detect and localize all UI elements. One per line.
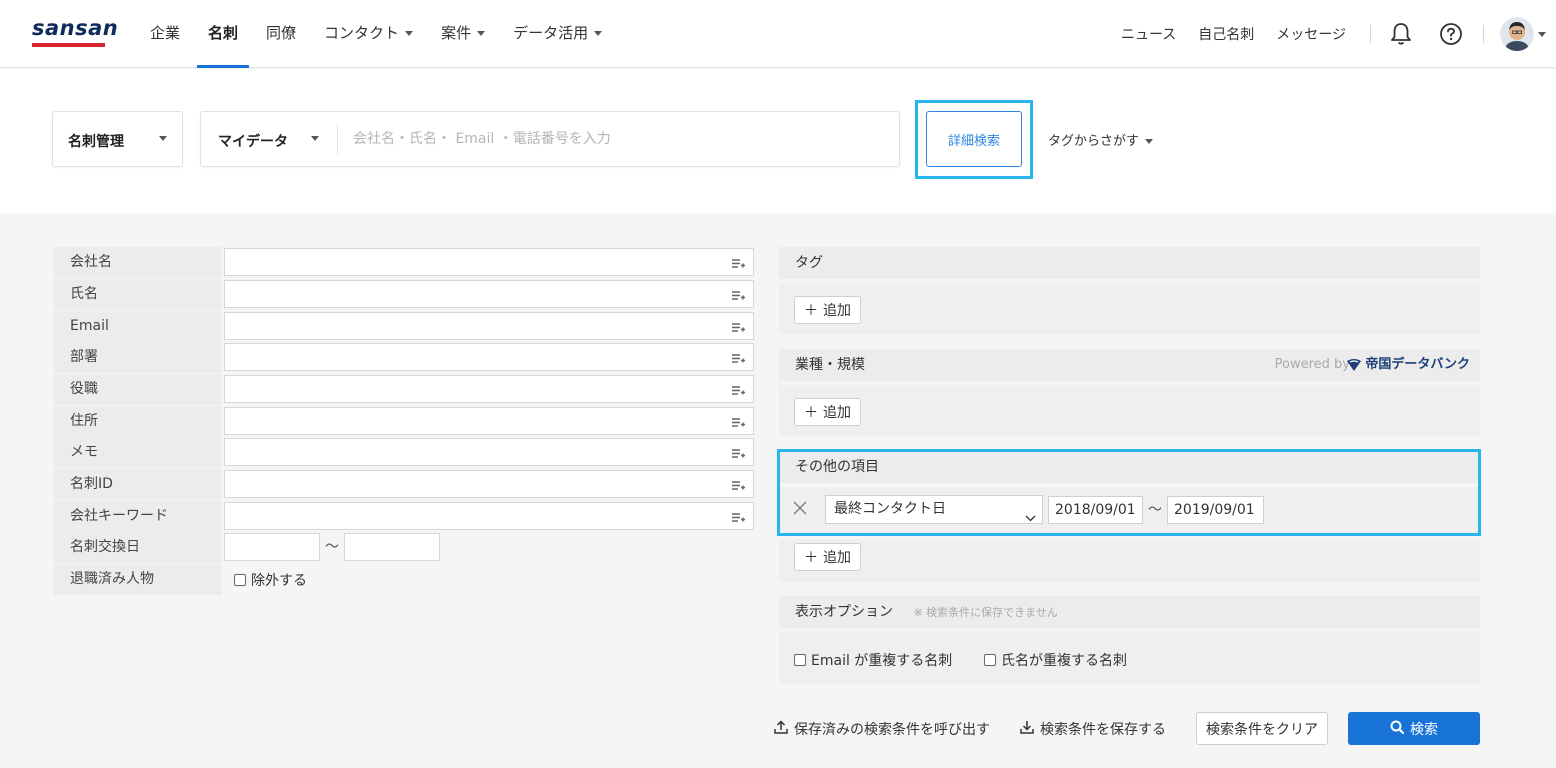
- quick-search-box: マイデータ: [200, 111, 900, 167]
- duplicate-name-checkbox[interactable]: 氏名が重複する名刺: [984, 650, 1127, 670]
- list-icon[interactable]: [732, 416, 745, 432]
- nav-messages[interactable]: メッセージ: [1276, 24, 1346, 44]
- checkbox-icon[interactable]: [234, 574, 246, 586]
- date-to-input[interactable]: 2019/09/01: [1167, 496, 1264, 524]
- memo-field[interactable]: [224, 438, 754, 466]
- add-tag-button[interactable]: ＋追加: [794, 296, 861, 324]
- chevron-down-icon[interactable]: [1538, 31, 1546, 37]
- nav-my-card[interactable]: 自己名刺: [1198, 24, 1254, 44]
- form-row-card-id: 名刺ID: [54, 469, 755, 500]
- other-items-add-row: [779, 539, 1480, 582]
- bell-icon[interactable]: [1387, 20, 1415, 48]
- save-search-link[interactable]: 検索条件を保存する: [1019, 719, 1166, 739]
- list-icon[interactable]: [732, 257, 745, 273]
- exclude-retired-checkbox[interactable]: 除外する: [234, 570, 307, 590]
- advanced-search-button[interactable]: 詳細検索: [926, 111, 1022, 167]
- chevron-down-icon: [477, 31, 486, 36]
- form-row-company-keyword: 会社キーワード: [54, 501, 755, 532]
- divider: [337, 124, 338, 154]
- nav-contacts[interactable]: コンタクト: [324, 0, 414, 68]
- list-icon[interactable]: [732, 447, 745, 463]
- form-row-memo: メモ: [54, 437, 755, 468]
- chevron-down-icon: [405, 31, 414, 36]
- list-icon[interactable]: [732, 321, 745, 337]
- list-icon[interactable]: [732, 479, 745, 495]
- form-row-department: 部署: [54, 342, 755, 373]
- list-icon[interactable]: [732, 511, 745, 527]
- divider: [1370, 25, 1371, 43]
- avatar[interactable]: [1500, 17, 1534, 51]
- list-icon[interactable]: [732, 289, 745, 305]
- company-keyword-field[interactable]: [224, 502, 754, 530]
- clear-search-button[interactable]: 検索条件をクリア: [1196, 712, 1328, 745]
- nav-companies[interactable]: 企業: [150, 0, 180, 68]
- search-icon: [1390, 720, 1405, 738]
- exchange-date-from[interactable]: [224, 533, 320, 561]
- date-from-input[interactable]: 2018/09/01: [1048, 496, 1143, 524]
- list-icon[interactable]: [732, 352, 745, 368]
- form-row-email: Email: [54, 311, 755, 342]
- duplicate-email-checkbox[interactable]: Email が重複する名刺: [794, 650, 952, 670]
- download-icon: [1019, 719, 1035, 739]
- divider: [1483, 25, 1484, 43]
- teikoku-databank-logo: 帝国データバンク: [1346, 349, 1470, 381]
- address-field[interactable]: [224, 407, 754, 435]
- form-row-address: 住所: [54, 406, 755, 437]
- checkbox-icon[interactable]: [794, 654, 806, 666]
- nav-colleagues[interactable]: 同僚: [266, 0, 296, 68]
- load-saved-search-link[interactable]: 保存済みの検索条件を呼び出す: [773, 719, 990, 739]
- main-nav: 企業 名刺 同僚 コンタクト 案件 データ活用: [150, 0, 630, 68]
- company-field[interactable]: [224, 248, 754, 276]
- chevron-down-icon: [594, 31, 603, 36]
- nav-news[interactable]: ニュース: [1121, 24, 1176, 44]
- top-navigation-bar: sansan 企業 名刺 同僚 コンタクト 案件 データ活用 ニュース 自己名刺…: [0, 0, 1556, 68]
- form-row-exchange-date: 名刺交換日 〜: [54, 532, 755, 563]
- tag-section-body: [779, 283, 1480, 334]
- add-industry-button[interactable]: ＋追加: [794, 398, 861, 426]
- chevron-down-icon[interactable]: [311, 136, 319, 141]
- nav-deals[interactable]: 案件: [441, 0, 486, 68]
- plus-icon: ＋: [804, 405, 818, 421]
- form-row-retired: 退職済み人物 除外する: [54, 564, 755, 595]
- nav-data-utilization[interactable]: データ活用: [513, 0, 603, 68]
- email-field[interactable]: [224, 312, 754, 340]
- industry-section-header: 業種・規模 Powered by 帝国データバンク: [779, 349, 1480, 381]
- chevron-down-icon: [1025, 505, 1036, 532]
- help-icon[interactable]: [1437, 20, 1465, 48]
- display-options-header: 表示オプション ※ 検索条件に保存できません: [779, 596, 1480, 628]
- plus-icon: ＋: [804, 550, 818, 566]
- add-other-item-button[interactable]: ＋追加: [794, 543, 861, 571]
- nav-business-cards[interactable]: 名刺: [197, 0, 250, 68]
- chevron-down-icon: [159, 136, 167, 141]
- plus-icon: ＋: [804, 303, 818, 319]
- search-input[interactable]: [353, 120, 883, 158]
- search-button[interactable]: 検索: [1348, 712, 1480, 745]
- tag-search-dropdown[interactable]: タグからさがす: [1048, 130, 1154, 149]
- form-row-company: 会社名: [54, 247, 755, 278]
- name-field[interactable]: [224, 280, 754, 308]
- industry-section-body: [779, 385, 1480, 436]
- logo-underline: [32, 43, 105, 47]
- header-right: ニュース 自己名刺 メッセージ: [1099, 0, 1556, 68]
- upload-icon: [773, 719, 789, 739]
- exchange-date-to[interactable]: [344, 533, 440, 561]
- card-id-field[interactable]: [224, 470, 754, 498]
- sansan-logo[interactable]: sansan: [32, 16, 118, 40]
- title-field[interactable]: [224, 375, 754, 403]
- form-row-title: 役職: [54, 374, 755, 405]
- tag-section-header: タグ: [779, 247, 1480, 279]
- chevron-down-icon: [1145, 139, 1154, 144]
- checkbox-icon[interactable]: [984, 654, 996, 666]
- list-icon[interactable]: [732, 384, 745, 400]
- scope-select[interactable]: 名刺管理: [52, 111, 183, 167]
- department-field[interactable]: [224, 343, 754, 371]
- close-icon[interactable]: [793, 501, 807, 519]
- other-field-select[interactable]: 最終コンタクト日: [825, 495, 1043, 524]
- data-scope-select[interactable]: マイデータ: [218, 131, 288, 151]
- form-row-name: 氏名: [54, 279, 755, 310]
